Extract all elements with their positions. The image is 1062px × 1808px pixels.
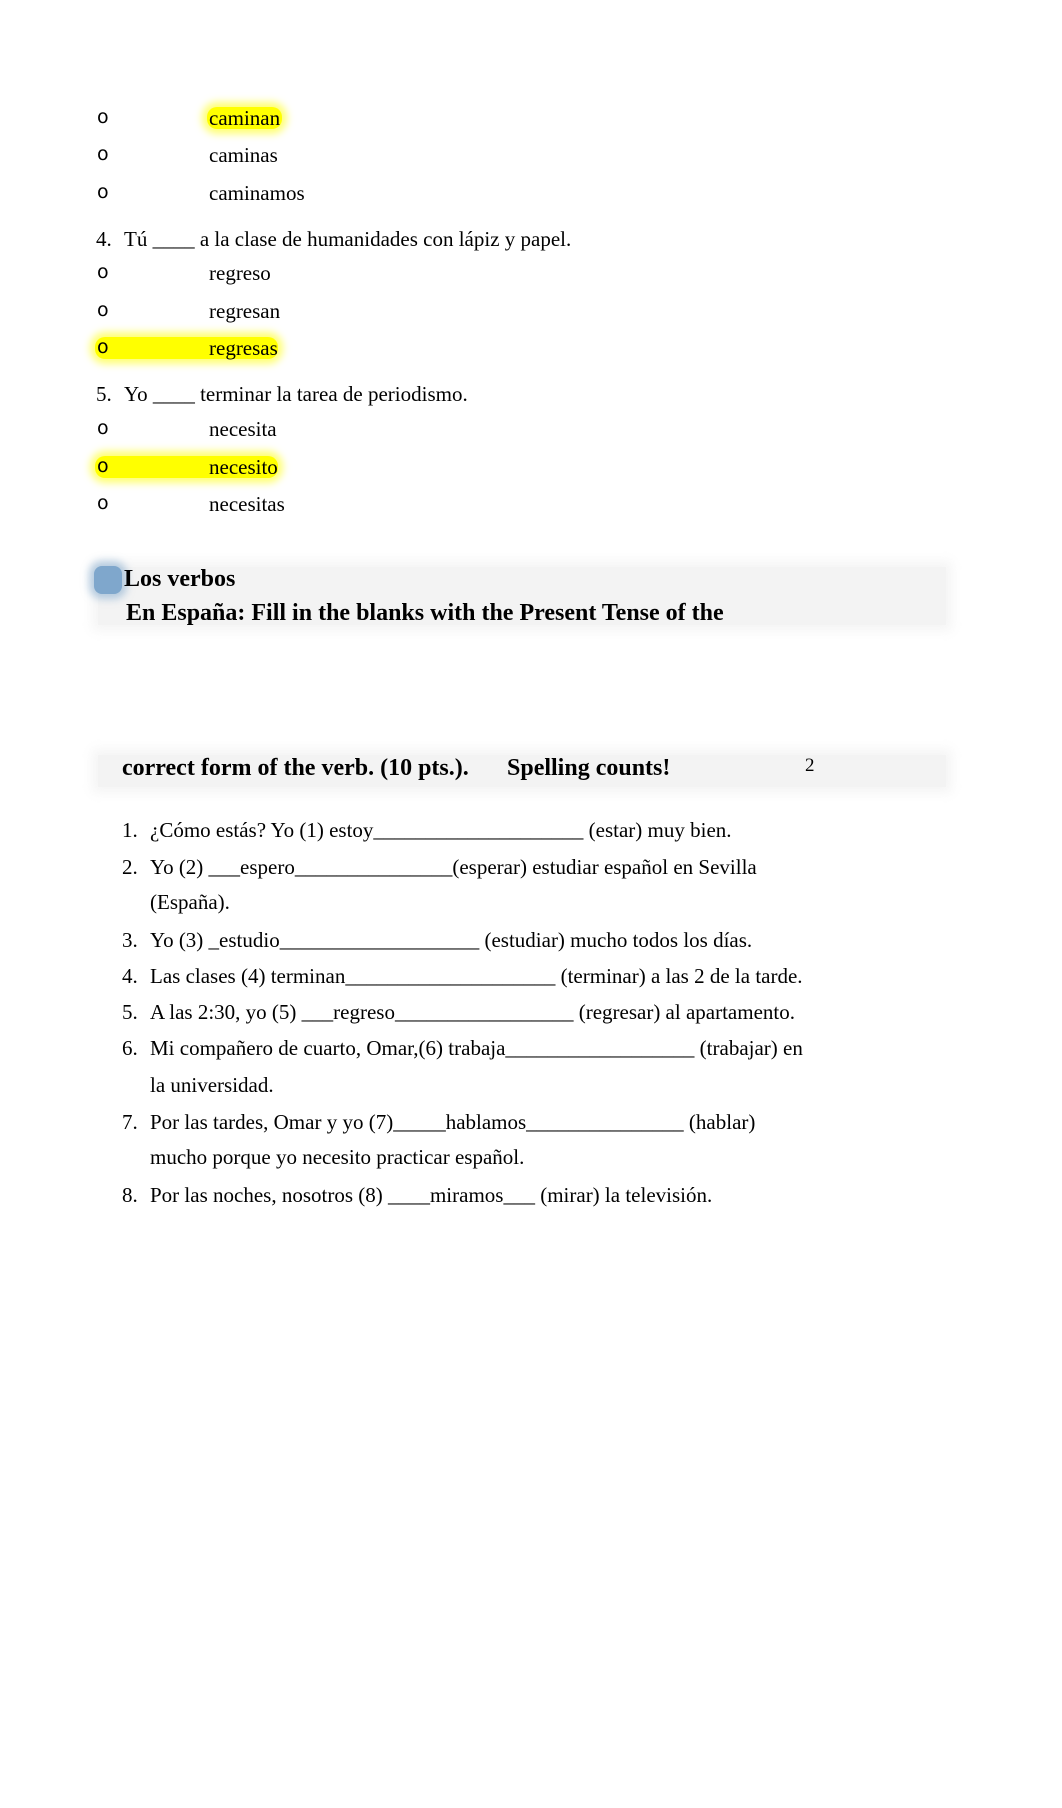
option-bullet: o xyxy=(97,143,109,165)
option-bullet: o xyxy=(97,455,109,477)
item-number: 8. xyxy=(122,1183,138,1207)
item-number: 3. xyxy=(122,928,138,952)
question-number: 4. xyxy=(96,227,112,251)
option-necesita[interactable]: necesita xyxy=(209,416,277,442)
option-regresan[interactable]: regresan xyxy=(209,298,280,324)
item-number: 5. xyxy=(122,1000,138,1024)
section-title: Los verbos xyxy=(124,566,236,592)
fill-in-item-2[interactable]: Yo (2) ___espero_______________(esperar)… xyxy=(150,854,757,880)
option-necesito[interactable]: necesito xyxy=(209,454,278,480)
option-bullet: o xyxy=(97,336,109,358)
option-caminamos[interactable]: caminamos xyxy=(209,180,305,206)
question-prompt: Yo ____ terminar la tarea de periodismo. xyxy=(124,382,468,406)
option-bullet: o xyxy=(97,417,109,439)
option-bullet: o xyxy=(97,261,109,283)
item-number: 1. xyxy=(122,818,138,842)
question-prompt: Tú ____ a la clase de humanidades con lá… xyxy=(124,227,572,251)
item-number: 7. xyxy=(122,1110,138,1134)
fill-in-item-7[interactable]: Por las tardes, Omar y yo (7)_____hablam… xyxy=(150,1109,755,1135)
option-regresas[interactable]: regresas xyxy=(209,335,278,361)
option-bullet: o xyxy=(97,299,109,321)
option-necesitas[interactable]: necesitas xyxy=(209,491,285,517)
fill-in-item-7-cont: mucho porque yo necesito practicar españ… xyxy=(150,1145,525,1169)
item-number: 6. xyxy=(122,1036,138,1060)
option-bullet: o xyxy=(97,106,109,128)
section-instruction-line1: En España: Fill in the blanks with the P… xyxy=(126,600,724,626)
option-bullet: o xyxy=(97,181,109,203)
question-number: 5. xyxy=(96,382,112,406)
fill-in-item-2-cont: (España). xyxy=(150,890,230,914)
page-number: 2 xyxy=(805,755,815,776)
spelling-note: Spelling counts! xyxy=(507,755,671,781)
section-marker-icon xyxy=(94,566,122,594)
fill-in-item-6[interactable]: Mi compañero de cuarto, Omar,(6) trabaja… xyxy=(150,1035,803,1061)
item-number: 2. xyxy=(122,855,138,879)
option-caminas[interactable]: caminas xyxy=(209,142,278,168)
fill-in-item-8[interactable]: Por las noches, nosotros (8) ____miramos… xyxy=(150,1182,712,1208)
fill-in-item-3[interactable]: Yo (3) _estudio___________________ (estu… xyxy=(150,927,752,953)
option-caminan[interactable]: caminan xyxy=(209,105,280,131)
fill-in-item-1[interactable]: ¿Cómo estás? Yo (1) estoy_______________… xyxy=(150,817,732,843)
fill-in-item-4[interactable]: Las clases (4) terminan_________________… xyxy=(150,963,803,989)
fill-in-item-6-cont: la universidad. xyxy=(150,1073,274,1097)
option-bullet: o xyxy=(97,492,109,514)
item-number: 4. xyxy=(122,964,138,988)
section-instruction-line2: correct form of the verb. (10 pts.). xyxy=(122,755,469,781)
option-regreso[interactable]: regreso xyxy=(209,260,271,286)
fill-in-item-5[interactable]: A las 2:30, yo (5) ___regreso___________… xyxy=(150,999,795,1025)
